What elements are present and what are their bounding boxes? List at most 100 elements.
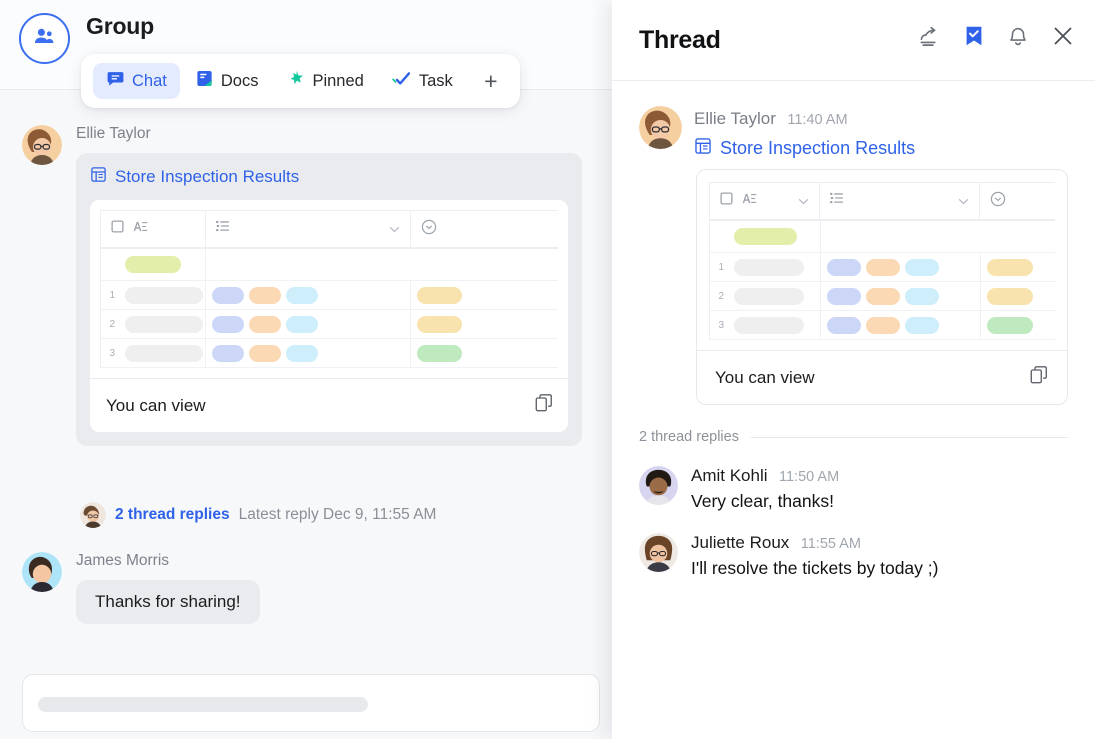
tab-chat[interactable]: Chat	[93, 63, 180, 99]
checkbox-icon[interactable]	[111, 220, 124, 238]
bell-icon[interactable]	[1007, 25, 1029, 47]
sheet-pill	[212, 344, 244, 362]
sheet-col-tags[interactable]	[820, 183, 980, 219]
sheet-col-status[interactable]	[980, 183, 1040, 219]
sheet-col-name[interactable]	[101, 211, 206, 247]
sheet-pill	[125, 344, 203, 362]
thread-header-actions	[918, 24, 1075, 48]
tab-docs[interactable]: Docs	[182, 63, 272, 99]
avatar-thread-participant	[80, 502, 106, 528]
group-message-list: Ellie Taylor Store Inspection Results 1 …	[0, 90, 612, 659]
sheet-cell-status	[981, 282, 1041, 310]
list-icon	[830, 192, 844, 210]
text-format-icon	[742, 192, 757, 210]
group-title: Group	[86, 13, 154, 39]
add-tab-button[interactable]: +	[474, 64, 508, 98]
thread-replies-divider: 2 thread replies	[639, 429, 1068, 445]
avatar-ellie-taylor	[22, 125, 62, 165]
sheet-cell-tags	[206, 249, 411, 280]
reply-text: Very clear, thanks!	[691, 491, 834, 511]
sheet-cell-status	[411, 281, 473, 309]
chevron-down-icon[interactable]	[958, 192, 969, 210]
tab-pinned[interactable]: Pinned	[273, 63, 376, 99]
avatar-james-morris	[22, 552, 62, 592]
sheet-cell-name	[728, 221, 821, 252]
sheet-pill	[249, 344, 281, 362]
sheet-pill	[987, 287, 1033, 305]
sheet-pill	[905, 316, 939, 334]
close-icon[interactable]	[1051, 24, 1075, 48]
chevron-down-icon[interactable]	[798, 192, 809, 210]
composer-placeholder	[38, 697, 368, 712]
sheet-header-row	[709, 220, 1055, 253]
bookmark-check-icon[interactable]	[963, 25, 985, 47]
copy-icon[interactable]	[534, 393, 554, 418]
message-doc: Ellie Taylor Store Inspection Results 1 …	[22, 125, 582, 446]
sheet-col-status[interactable]	[411, 211, 473, 247]
tab-task-label: Task	[418, 71, 453, 90]
sheet-pill	[734, 316, 804, 334]
table-row[interactable]: 1	[100, 281, 558, 310]
sheet-pill	[987, 316, 1033, 334]
copy-icon[interactable]	[1029, 365, 1049, 390]
sheet-pill	[866, 316, 900, 334]
sheet-col-tags[interactable]	[206, 211, 411, 247]
thread-header: Thread	[612, 0, 1095, 81]
docs-icon	[195, 69, 214, 93]
doc-permission-row: You can view	[697, 350, 1067, 404]
message-composer[interactable]	[22, 674, 600, 732]
sheet-pill	[827, 287, 861, 305]
sheet-pill	[212, 315, 244, 333]
sheet-cell-name	[119, 249, 206, 280]
sheet-pill	[286, 286, 318, 304]
spreadsheet-icon	[90, 166, 107, 188]
chevron-down-icon[interactable]	[389, 220, 400, 238]
message-bubble: Thanks for sharing!	[76, 580, 260, 624]
embedded-spreadsheet[interactable]: 1 2 3 You can view	[90, 200, 568, 432]
permission-text: You can view	[106, 395, 206, 415]
table-row[interactable]: 2	[709, 282, 1055, 311]
tab-docs-label: Docs	[220, 71, 259, 90]
avatar-ellie-taylor	[639, 106, 682, 149]
table-row[interactable]: 3	[100, 339, 558, 368]
sheet-cell-name	[119, 281, 206, 309]
chat-bubble-icon	[106, 69, 125, 93]
sheet-row-number: 2	[109, 318, 115, 330]
sheet-toolbar	[100, 210, 558, 248]
doc-title-link[interactable]: Store Inspection Results	[90, 166, 568, 188]
reply-time: 11:50 AM	[778, 469, 840, 485]
tab-pinned-label: Pinned	[312, 71, 364, 90]
thread-summary-row[interactable]: 2 thread replies Latest reply Dec 9, 11:…	[80, 502, 436, 528]
sheet-row-number: 3	[718, 319, 724, 331]
sheet-pill	[125, 315, 203, 333]
thread-replies-link[interactable]: 2 thread replies	[115, 506, 230, 524]
reply-sender-name: Amit Kohli	[691, 466, 768, 485]
table-row[interactable]: 2	[100, 310, 558, 339]
table-row[interactable]: 3	[709, 311, 1055, 340]
message-sender-name: James Morris	[76, 552, 170, 569]
sheet-cell-tags	[821, 311, 981, 339]
sheet-pill	[905, 258, 939, 276]
sheet-col-name[interactable]	[710, 183, 820, 219]
message-sender-name: Ellie Taylor	[76, 125, 151, 142]
doc-title-link[interactable]: Store Inspection Results	[694, 137, 915, 160]
thread-reply: Juliette Roux 11:55 AM I'll resolve the …	[639, 533, 1068, 579]
pin-star-icon	[286, 69, 305, 93]
sheet-cell-tags	[821, 282, 981, 310]
forward-icon[interactable]	[918, 25, 941, 48]
sheet-cell-status	[981, 311, 1041, 339]
thread-replies-count: 2 thread replies	[639, 429, 739, 445]
tab-task[interactable]: Task	[379, 63, 466, 99]
reply-time: 11:55 AM	[800, 536, 861, 552]
sheet-cell-tags	[821, 253, 981, 281]
checkbox-icon[interactable]	[720, 192, 733, 210]
sheet-row-number: 1	[109, 289, 115, 301]
sheet-pill	[866, 287, 900, 305]
sheet-cell-tags	[206, 310, 411, 338]
table-row[interactable]: 1	[709, 253, 1055, 282]
embedded-spreadsheet[interactable]: 1 2 3 You can view	[696, 169, 1068, 405]
sheet-pill	[417, 315, 462, 333]
group-avatar[interactable]	[19, 13, 70, 64]
thread-panel: Thread Ellie Taylor 11:40 AM Store Inspe…	[612, 0, 1095, 739]
sheet-pill	[125, 286, 203, 304]
